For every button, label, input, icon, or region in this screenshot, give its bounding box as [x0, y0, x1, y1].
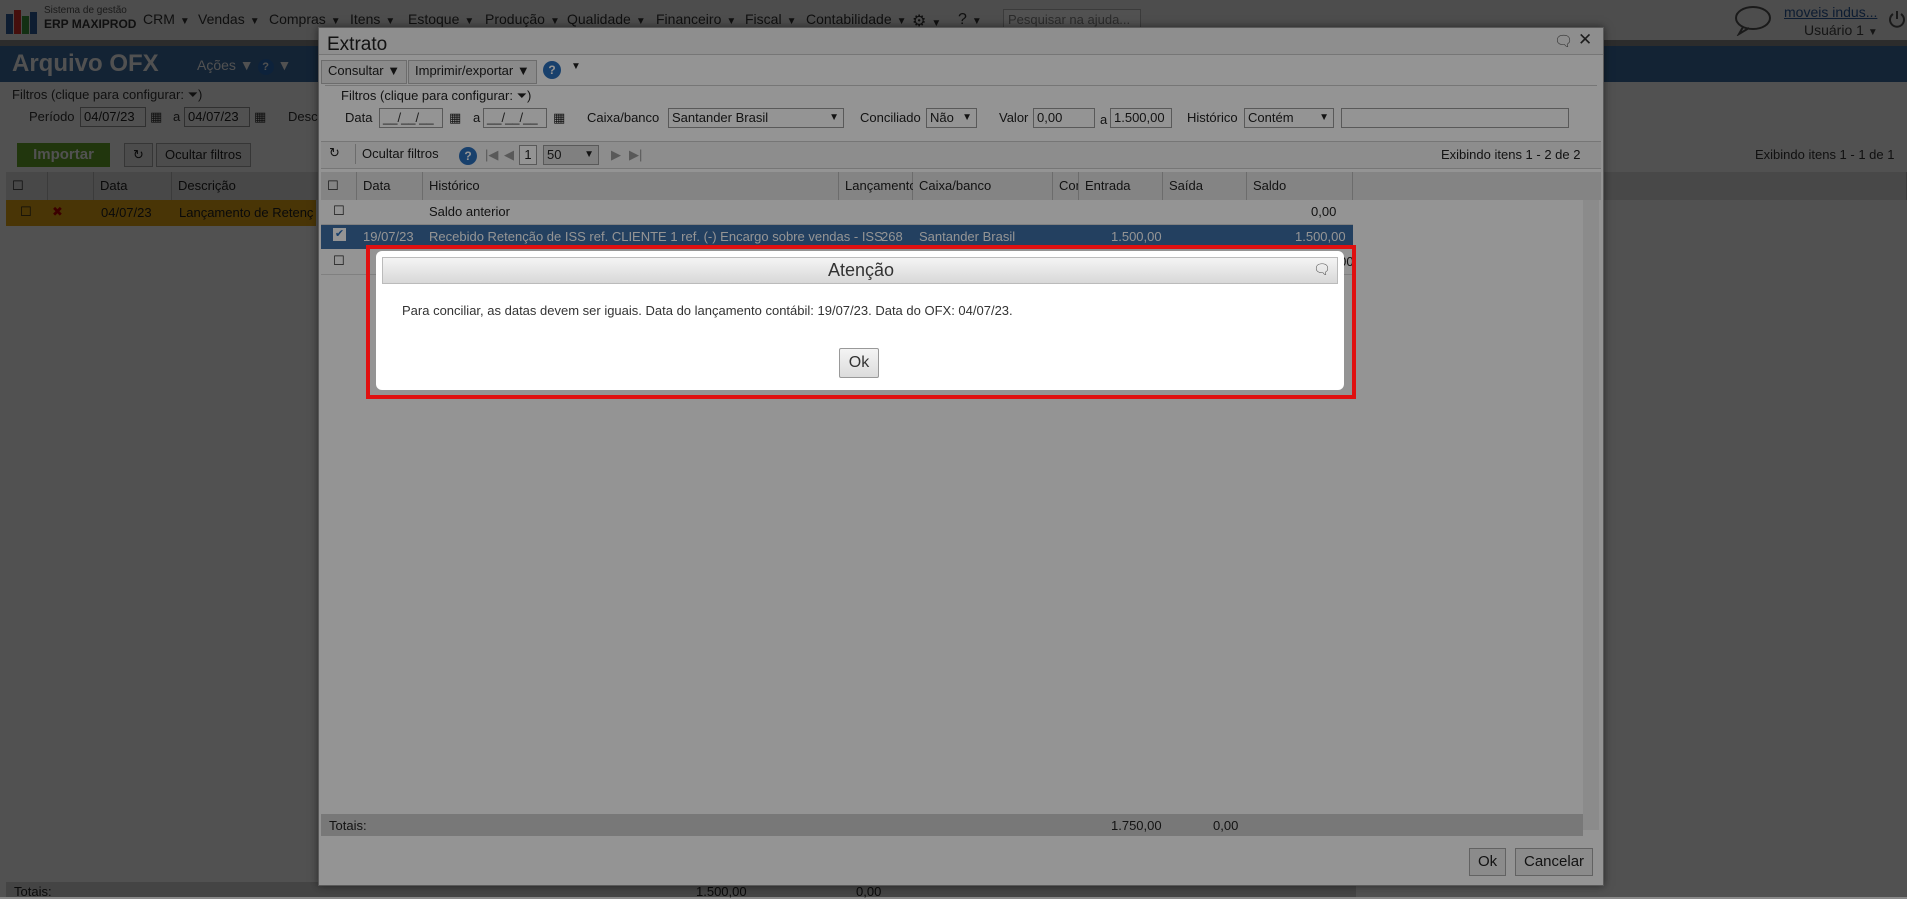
attention-message: Para conciliar, as datas devem ser iguai… [402, 303, 1013, 318]
modal-backdrop [0, 0, 1907, 897]
comment-icon[interactable]: 🗨 [1313, 261, 1331, 278]
attention-dialog-header: Atenção 🗨 [382, 257, 1338, 284]
attention-dialog: Atenção 🗨 Para conciliar, as datas devem… [376, 251, 1344, 390]
ok-button[interactable]: Ok [839, 348, 879, 378]
attention-dialog-title: Atenção [827, 260, 895, 280]
